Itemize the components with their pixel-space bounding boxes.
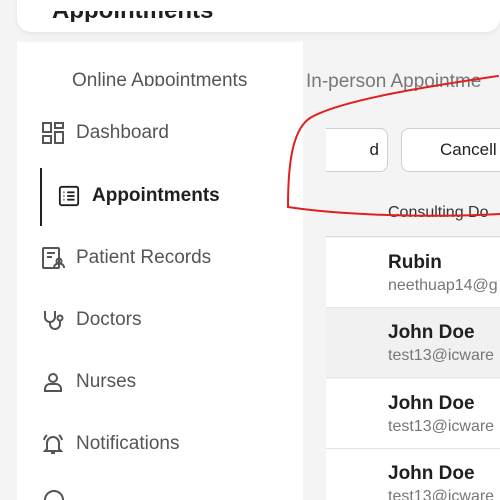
divider xyxy=(326,236,500,237)
sidebar-item-patient-records[interactable]: Patient Records xyxy=(40,243,211,273)
active-indicator xyxy=(40,168,42,226)
sidebar-item-label: Nurses xyxy=(76,371,137,392)
sidebar-item-label: Patient Records xyxy=(76,247,212,268)
page-title: Appointments xyxy=(52,11,213,22)
tab-online-appointments[interactable]: Online Appointments xyxy=(72,70,247,86)
patient-name: John Doe xyxy=(388,463,475,484)
patient-email: test13@icware xyxy=(388,488,495,500)
sidebar-item-label: Doctors xyxy=(76,309,142,330)
patient-records-icon xyxy=(40,245,66,271)
patient-name: Rubin xyxy=(388,252,442,273)
tab-in-person-appointments[interactable]: In-person Appointme xyxy=(306,70,481,92)
patient-email: test13@icware xyxy=(388,347,495,364)
sidebar-item-nurses[interactable]: Nurses xyxy=(40,367,136,397)
patient-email: neethuap14@g xyxy=(388,277,498,294)
patient-name: John Doe xyxy=(388,393,475,414)
sidebar-item-dashboard[interactable]: Dashboard xyxy=(40,118,169,148)
table-row[interactable]: John Doe test13@icware xyxy=(326,449,500,500)
sidebar-item-notifications[interactable]: Notifications xyxy=(40,429,180,459)
sidebar-item-label: Dashboard xyxy=(76,122,169,143)
user-icon xyxy=(40,369,66,395)
list-icon xyxy=(56,183,82,209)
cancelled-filter-button[interactable]: Cancell xyxy=(401,128,500,172)
stethoscope-icon xyxy=(40,307,66,333)
sidebar-item-doctors[interactable]: Doctors xyxy=(40,305,141,335)
column-header-consulting-doctor: Consulting Do xyxy=(388,204,489,221)
sidebar-item-label: Appointments xyxy=(92,185,220,206)
sidebar-item-appointments[interactable]: Appointments xyxy=(56,181,220,211)
table-row[interactable]: John Doe test13@icware xyxy=(326,379,500,449)
table-row[interactable]: John Doe test13@icware xyxy=(326,308,500,378)
patient-email: test13@icware xyxy=(388,418,495,435)
sidebar-item-label: Notifications xyxy=(76,433,180,454)
table-row[interactable]: Rubin neethuap14@g xyxy=(326,238,500,308)
bell-icon xyxy=(40,431,66,457)
main-content: d Cancell Consulting Do Rubin neethuap14… xyxy=(326,92,500,500)
filter-button[interactable]: d xyxy=(326,128,388,172)
dashboard-icon xyxy=(40,120,66,146)
patient-name: John Doe xyxy=(388,322,475,343)
